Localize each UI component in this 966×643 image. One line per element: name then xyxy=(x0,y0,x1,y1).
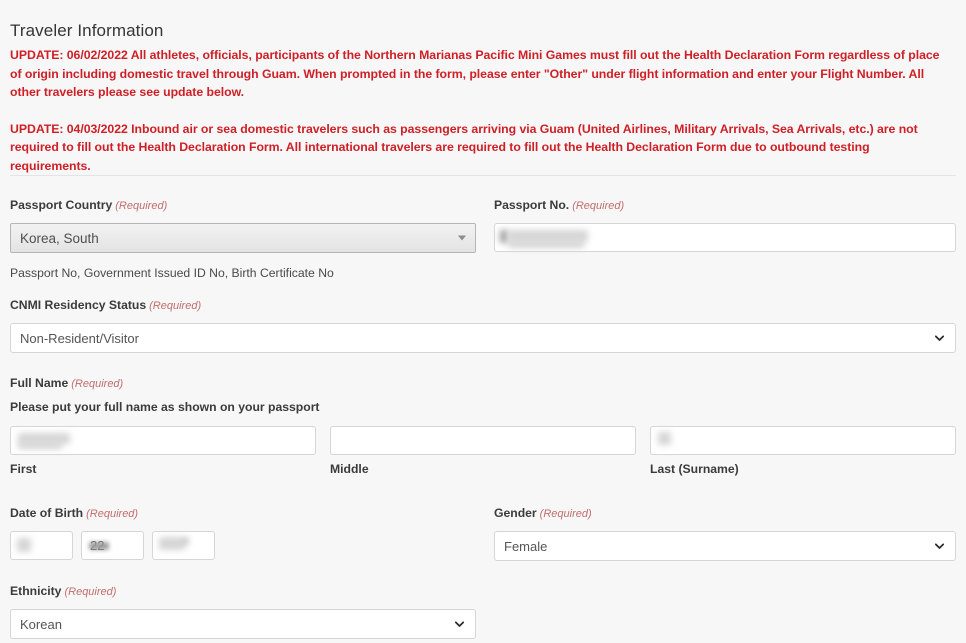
ethnicity-label: Ethnicity xyxy=(10,584,62,598)
full-name-label-row: Full Name (Required) xyxy=(10,374,956,392)
chevron-down-icon xyxy=(934,543,945,549)
passport-no-label: Passport No. xyxy=(494,198,570,212)
gender-required-marker: (Required) xyxy=(539,508,592,520)
gender-value: Female xyxy=(504,538,548,554)
full-name-required-marker: (Required) xyxy=(71,378,124,390)
dob-day-cell xyxy=(81,531,144,560)
alert-notices: UPDATE: 06/02/2022 All athletes, officia… xyxy=(10,46,950,193)
passport-no-required-marker: (Required) xyxy=(572,200,625,212)
full-name-first-col: First xyxy=(10,426,316,477)
passport-no-input[interactable] xyxy=(494,223,956,252)
passport-country-required-marker: (Required) xyxy=(115,200,168,212)
full-name-instruction: Please put your full name as shown on yo… xyxy=(10,400,320,414)
first-name-input-wrap xyxy=(10,426,316,455)
last-name-input[interactable] xyxy=(650,426,956,455)
ethnicity-value: Korean xyxy=(20,616,62,632)
full-name-label: Full Name xyxy=(10,376,69,390)
gender-label: Gender xyxy=(494,506,537,520)
dob-month-cell xyxy=(10,531,73,560)
full-name-field-group: Full Name (Required) Please put your full… xyxy=(10,374,956,477)
cnmi-residency-value: Non-Resident/Visitor xyxy=(20,330,139,346)
alert-notice-1: UPDATE: 06/02/2022 All athletes, officia… xyxy=(10,48,940,99)
dob-month-input[interactable] xyxy=(10,531,73,560)
page-title: Traveler Information xyxy=(10,21,164,41)
date-of-birth-inputs-row xyxy=(10,531,310,560)
middle-name-input-wrap xyxy=(330,426,636,455)
traveler-information-form: Traveler Information UPDATE: 06/02/2022 … xyxy=(0,0,966,643)
passport-no-input-wrap xyxy=(494,223,956,252)
full-name-last-col: Last (Surname) xyxy=(650,426,956,477)
section-divider xyxy=(10,175,956,176)
chevron-down-icon xyxy=(934,335,945,341)
middle-name-input[interactable] xyxy=(330,426,636,455)
passport-no-helper-text: Passport No, Government Issued ID No, Bi… xyxy=(10,266,334,280)
last-name-sub-label: Last (Surname) xyxy=(650,462,739,476)
middle-name-sub-label: Middle xyxy=(330,462,369,476)
dob-year-input[interactable] xyxy=(152,531,215,560)
cnmi-residency-field-group: CNMI Residency Status (Required) Non-Resi… xyxy=(10,296,956,353)
dob-year-cell xyxy=(152,531,215,560)
gender-select[interactable]: Female xyxy=(494,531,956,561)
gender-label-row: Gender (Required) xyxy=(494,504,956,522)
date-of-birth-label: Date of Birth xyxy=(10,506,84,520)
dob-day-input[interactable] xyxy=(81,531,144,560)
ethnicity-label-row: Ethnicity (Required) xyxy=(10,582,476,600)
alert-notice-2: UPDATE: 04/03/2022 Inbound air or sea do… xyxy=(10,121,918,173)
cnmi-residency-label: CNMI Residency Status xyxy=(10,298,147,312)
passport-country-label: Passport Country xyxy=(10,198,113,212)
passport-country-select[interactable]: Korea, South xyxy=(10,223,476,253)
passport-no-field-group: Passport No. (Required) xyxy=(494,196,956,252)
first-name-input[interactable] xyxy=(10,426,316,455)
passport-country-field-group: Passport Country (Required) Korea, South … xyxy=(10,196,476,281)
passport-no-label-row: Passport No. (Required) xyxy=(494,196,956,214)
gender-field-group: Gender (Required) Female xyxy=(494,504,956,561)
date-of-birth-field-group: Date of Birth (Required) xyxy=(10,504,310,560)
passport-country-label-row: Passport Country (Required) xyxy=(10,196,476,214)
caret-down-icon xyxy=(458,235,466,241)
cnmi-residency-required-marker: (Required) xyxy=(149,300,202,312)
cnmi-residency-select[interactable]: Non-Resident/Visitor xyxy=(10,323,956,353)
ethnicity-select[interactable]: Korean xyxy=(10,609,476,639)
cnmi-residency-label-row: CNMI Residency Status (Required) xyxy=(10,296,956,314)
first-name-sub-label: First xyxy=(10,462,37,476)
ethnicity-required-marker: (Required) xyxy=(64,586,117,598)
date-of-birth-label-row: Date of Birth (Required) xyxy=(10,504,310,522)
ethnicity-field-group: Ethnicity (Required) Korean xyxy=(10,582,476,639)
full-name-middle-col: Middle xyxy=(330,426,636,477)
date-of-birth-required-marker: (Required) xyxy=(86,508,139,520)
full-name-inputs-row: First Middle Last (Surname) xyxy=(10,426,956,477)
passport-country-value: Korea, South xyxy=(20,230,99,246)
chevron-down-icon xyxy=(454,621,465,627)
last-name-input-wrap xyxy=(650,426,956,455)
